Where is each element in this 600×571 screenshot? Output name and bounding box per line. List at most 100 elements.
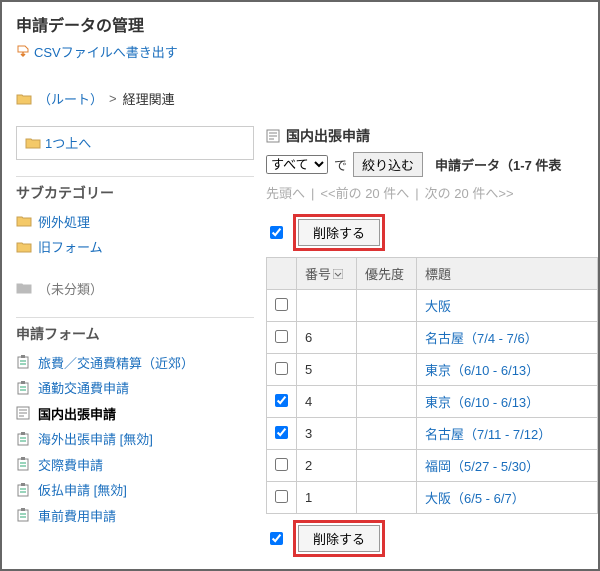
row-subject: 大阪 <box>417 290 598 322</box>
form-link[interactable]: 車前費用申請 <box>16 506 116 525</box>
row-number: 6 <box>297 322 357 354</box>
row-checkbox[interactable] <box>275 458 288 471</box>
col-checkbox <box>267 258 297 290</box>
export-csv-link[interactable]: CSVファイルへ書き出す <box>16 42 178 61</box>
form-label: 旅費／交通費精算（近郊） <box>38 353 194 372</box>
row-number: 2 <box>297 450 357 482</box>
form-icon <box>16 483 32 497</box>
form-label: 車前費用申請 <box>38 506 116 525</box>
form-link[interactable]: 通勤交通費申請 <box>16 378 129 397</box>
uncategorized-label: （未分類） <box>38 279 103 298</box>
sidebar: 1つ上へ サブカテゴリー 例外処理旧フォーム （未分類） 申請フォーム 旅費／交… <box>16 126 254 563</box>
form-label: 海外出張申請 [無効] <box>38 429 153 448</box>
row-subject: 東京（6/10 - 6/13） <box>417 386 598 418</box>
subcategory-list: 例外処理旧フォーム <box>16 209 254 260</box>
form-icon <box>16 381 32 395</box>
row-subject: 福岡（5/27 - 5/30） <box>417 450 598 482</box>
row-subject-link[interactable]: 東京（6/10 - 6/13） <box>425 363 539 378</box>
select-all-top-checkbox[interactable] <box>270 226 283 239</box>
row-number: 5 <box>297 354 357 386</box>
form-item: 海外出張申請 [無効] <box>16 426 254 452</box>
data-table: 番号 優先度 標題 大阪 6 名古屋（7/4 - 7/6） 5 東京（6/10 - 6/… <box>266 257 598 514</box>
row-checkbox[interactable] <box>275 298 288 311</box>
pager: 先頭へ|<<前の 20 件へ|次の 20 件へ>> <box>266 183 598 202</box>
row-checkbox[interactable] <box>275 330 288 343</box>
row-subject: 名古屋（7/11 - 7/12） <box>417 418 598 450</box>
row-subject: 大阪（6/5 - 6/7） <box>417 482 598 514</box>
row-subject-link[interactable]: 名古屋（7/4 - 7/6） <box>425 331 538 346</box>
form-item: 仮払申請 [無効] <box>16 477 254 503</box>
row-subject-link[interactable]: 大阪（6/5 - 6/7） <box>425 491 525 506</box>
row-checkbox[interactable] <box>275 362 288 375</box>
table-row: 3名古屋（7/11 - 7/12） <box>267 418 598 450</box>
subcategory-item: 例外処理 <box>16 209 254 235</box>
table-row: 5 東京（6/10 - 6/13） <box>267 354 598 386</box>
folder-up-icon <box>25 136 41 150</box>
form-link[interactable]: 旅費／交通費精算（近郊） <box>16 353 194 372</box>
table-row: 2 福岡（5/27 - 5/30） <box>267 450 598 482</box>
form-label: 仮払申請 [無効] <box>38 480 127 499</box>
export-csv-label: CSVファイルへ書き出す <box>34 42 178 61</box>
filter-select[interactable]: すべて <box>266 155 328 174</box>
subcategory-link[interactable]: 例外処理 <box>16 212 90 231</box>
form-link[interactable]: 交際費申請 <box>16 455 103 474</box>
delete-button-bottom[interactable]: 削除する <box>298 525 380 552</box>
up-one-level-box: 1つ上へ <box>16 126 254 160</box>
row-subject-link[interactable]: 東京（6/10 - 6/13） <box>425 395 539 410</box>
download-icon <box>16 45 30 59</box>
row-priority <box>357 482 417 514</box>
table-row: 大阪 <box>267 290 598 322</box>
select-all-bottom-checkbox[interactable] <box>270 532 283 545</box>
row-subject-link[interactable]: 名古屋（7/11 - 7/12） <box>425 427 551 442</box>
forms-list: 旅費／交通費精算（近郊） 通勤交通費申請国内出張申請海外出張申請 [無効] 交際費申… <box>16 350 254 529</box>
row-checkbox[interactable] <box>275 426 288 439</box>
form-icon <box>16 457 32 471</box>
col-priority[interactable]: 優先度 <box>357 258 417 290</box>
row-checkbox[interactable] <box>275 394 288 407</box>
form-item: 交際費申請 <box>16 452 254 478</box>
form-link[interactable]: 海外出張申請 [無効] <box>16 429 153 448</box>
filter-button[interactable]: 絞り込む <box>353 152 423 177</box>
delete-row-bottom: 削除する <box>266 514 598 563</box>
subcategory-label: 例外処理 <box>38 212 90 231</box>
row-number: 1 <box>297 482 357 514</box>
folder-icon <box>16 240 32 254</box>
subcategory-label: 旧フォーム <box>38 237 103 256</box>
subcategory-link[interactable]: 旧フォーム <box>16 237 103 256</box>
form-link[interactable]: 仮払申請 [無効] <box>16 480 127 499</box>
folder-gray-icon <box>16 281 32 295</box>
row-subject-link[interactable]: 大阪 <box>425 299 451 314</box>
main-title: 国内出張申請 <box>266 126 370 146</box>
delete-highlight-top: 削除する <box>293 214 385 251</box>
page-title: 申請データの管理 <box>16 12 598 36</box>
up-one-level-label: 1つ上へ <box>45 133 91 152</box>
pager-next: 次の 20 件へ>> <box>425 186 514 201</box>
document-icon <box>266 129 282 143</box>
breadcrumb-current: 経理関連 <box>123 89 175 108</box>
filter-de: で <box>334 155 347 174</box>
form-icon <box>16 508 32 522</box>
form-item: 旅費／交通費精算（近郊） <box>16 350 254 376</box>
main-title-text: 国内出張申請 <box>286 126 370 146</box>
subcategory-item: 旧フォーム <box>16 234 254 260</box>
delete-button-top[interactable]: 削除する <box>298 219 380 246</box>
table-row: 4東京（6/10 - 6/13） <box>267 386 598 418</box>
filter-row: すべて で 絞り込む 申請データ（1-7 件表 <box>266 152 598 177</box>
table-row: 6 名古屋（7/4 - 7/6） <box>267 322 598 354</box>
form-icon <box>16 432 32 446</box>
sort-desc-icon <box>333 267 343 277</box>
folder-icon <box>16 92 32 106</box>
subcategory-heading: サブカテゴリー <box>16 176 254 203</box>
breadcrumb-sep: > <box>109 91 117 106</box>
up-one-level-link[interactable]: 1つ上へ <box>25 133 91 152</box>
col-subject[interactable]: 標題 <box>417 258 598 290</box>
row-checkbox[interactable] <box>275 490 288 503</box>
breadcrumb-root[interactable]: （ルート） <box>38 89 103 108</box>
form-link[interactable]: 国内出張申請 <box>16 404 116 423</box>
row-subject: 東京（6/10 - 6/13） <box>417 354 598 386</box>
row-subject-link[interactable]: 福岡（5/27 - 5/30） <box>425 459 539 474</box>
form-icon <box>16 355 32 369</box>
col-number[interactable]: 番号 <box>297 258 357 290</box>
uncategorized-item: （未分類） <box>16 276 103 301</box>
delete-highlight-bottom: 削除する <box>293 520 385 557</box>
